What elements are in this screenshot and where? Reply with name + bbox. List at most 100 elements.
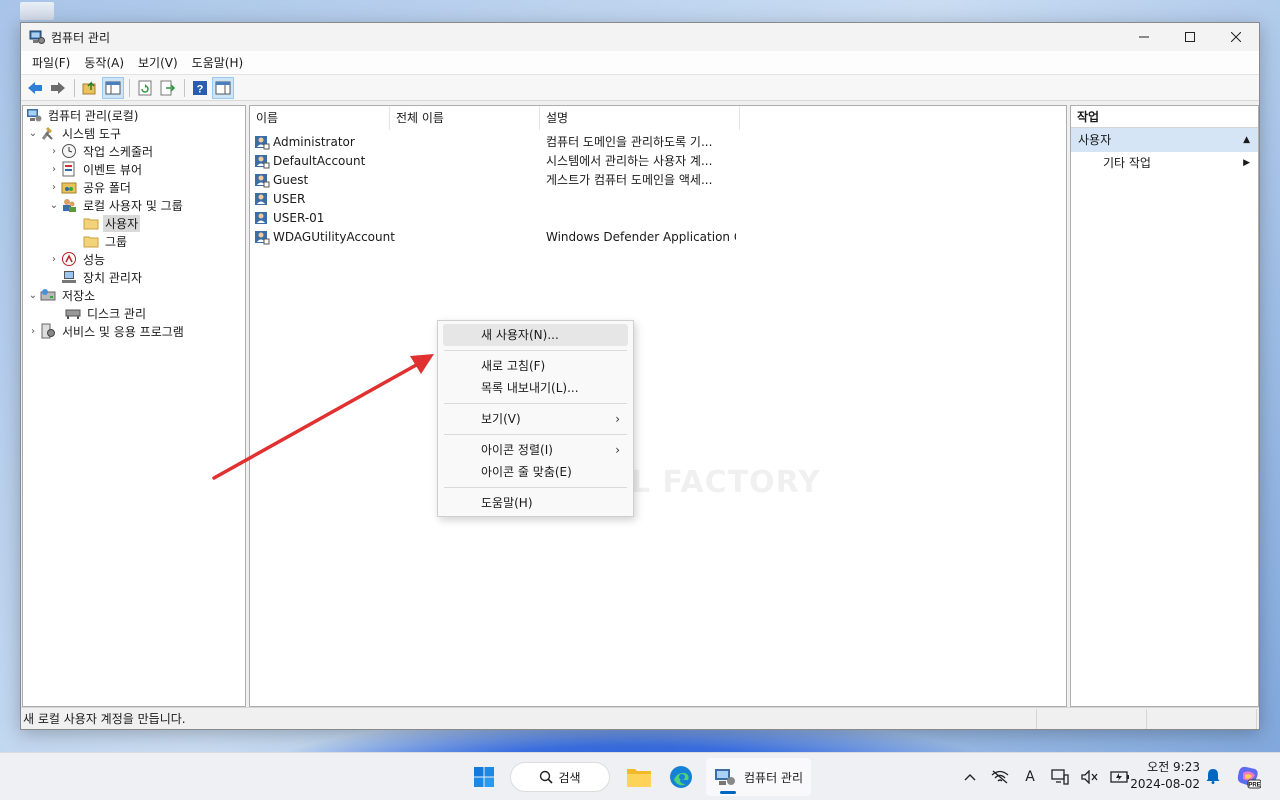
menu-help[interactable]: 도움말(H)	[185, 54, 251, 71]
chevron-right-icon[interactable]: ›	[47, 164, 61, 175]
search-icon	[540, 770, 554, 784]
minimize-button[interactable]	[1121, 23, 1167, 51]
collapse-up-icon[interactable]: ▲	[1243, 128, 1250, 152]
input-method-icon[interactable]: A	[1019, 766, 1041, 788]
submenu-arrow-icon: ▶	[1243, 158, 1250, 168]
chevron-right-icon: ›	[615, 412, 620, 426]
chevron-down-icon[interactable]: ⌄	[47, 200, 61, 211]
table-row[interactable]: DefaultAccount 시스템에서 관리하는 사용자 계...	[250, 151, 1066, 170]
show-hide-action-pane-button[interactable]	[212, 76, 234, 99]
menu-item-label: 아이콘 정렬(I)	[481, 443, 553, 457]
file-explorer-icon[interactable]	[620, 758, 658, 796]
back-button[interactable]	[24, 77, 46, 99]
column-header-full-name[interactable]: 전체 이름	[390, 106, 540, 130]
table-row[interactable]: Administrator 컴퓨터 도메인을 관리하도록 기...	[250, 132, 1066, 151]
toolbar: ?	[21, 75, 1259, 101]
toolbar-separator	[129, 78, 130, 97]
maximize-button[interactable]	[1167, 23, 1213, 51]
action-more-actions[interactable]: 기타 작업 ▶	[1071, 152, 1258, 174]
edge-browser-icon[interactable]	[662, 758, 700, 796]
tree-label: 시스템 도구	[62, 126, 122, 141]
tree-label: 이벤트 뷰어	[83, 162, 143, 177]
close-button[interactable]	[1213, 23, 1259, 51]
display-icon[interactable]	[1049, 766, 1071, 788]
export-list-button[interactable]	[157, 77, 179, 99]
tree-item-performance[interactable]: › 성능	[23, 250, 245, 268]
tree-label: 성능	[83, 252, 106, 267]
tree-item-task-scheduler[interactable]: › 작업 스케줄러	[23, 142, 245, 160]
users-group-icon	[61, 197, 77, 213]
table-row[interactable]: USER	[250, 189, 1066, 208]
column-header-name[interactable]: 이름	[250, 106, 390, 130]
copilot-icon[interactable]: PRE	[1235, 763, 1262, 789]
title-bar[interactable]: 컴퓨터 관리	[21, 23, 1259, 51]
tree-label: 그룹	[105, 234, 128, 249]
battery-icon[interactable]	[1109, 766, 1131, 788]
action-section-users[interactable]: 사용자 ▲	[1071, 128, 1258, 152]
chevron-right-icon[interactable]: ›	[47, 146, 61, 157]
recycle-bin-icon[interactable]	[20, 2, 54, 20]
show-hide-tree-button[interactable]	[102, 76, 124, 99]
tree-item-disk-management[interactable]: 디스크 관리	[23, 304, 245, 322]
volume-muted-icon[interactable]	[1079, 766, 1101, 788]
device-manager-icon	[61, 269, 77, 285]
chevron-right-icon[interactable]: ›	[26, 326, 40, 337]
column-header-description[interactable]: 설명	[540, 106, 740, 130]
user-icon	[254, 134, 270, 150]
tree-item-event-viewer[interactable]: › 이벤트 뷰어	[23, 160, 245, 178]
chevron-up-icon[interactable]	[959, 766, 981, 788]
chevron-right-icon[interactable]: ›	[47, 254, 61, 265]
action-item-label: 기타 작업	[1103, 156, 1151, 170]
tree-item-shared-folders[interactable]: › 공유 폴더	[23, 178, 245, 196]
menu-item-line-up-icons[interactable]: 아이콘 줄 맞춤(E)	[443, 461, 628, 483]
tree-label: 저장소	[62, 288, 96, 303]
chevron-down-icon[interactable]: ⌄	[26, 290, 40, 301]
start-button[interactable]	[470, 763, 498, 791]
notification-bell-icon[interactable]	[1204, 767, 1222, 785]
tree-label: 로컬 사용자 및 그룹	[83, 198, 183, 213]
menu-item-export-list[interactable]: 목록 내보내기(L)...	[443, 377, 628, 399]
services-icon	[40, 323, 56, 339]
forward-button[interactable]	[47, 77, 69, 99]
chevron-down-icon[interactable]: ⌄	[26, 128, 40, 139]
taskbar: 검색 컴퓨터 관리 A 오전 9:23 2024-08-02 PRE	[0, 752, 1280, 800]
status-bar: 새 로컬 사용자 계정을 만듭니다.	[21, 707, 1259, 729]
network-offline-icon[interactable]	[989, 766, 1011, 788]
folder-icon	[83, 233, 99, 249]
chevron-right-icon[interactable]: ›	[47, 182, 61, 193]
tree-item-services-apps[interactable]: › 서비스 및 응용 프로그램	[23, 322, 245, 340]
menu-item-arrange-icons[interactable]: 아이콘 정렬(I) ›	[443, 439, 628, 461]
tree-item-root[interactable]: 컴퓨터 관리(로컬)	[23, 106, 245, 124]
up-level-button[interactable]	[79, 77, 101, 99]
tree-item-groups[interactable]: 그룹	[23, 232, 245, 250]
tree-item-users[interactable]: 사용자	[23, 214, 245, 232]
tree-item-system-tools[interactable]: ⌄ 시스템 도구	[23, 124, 245, 142]
tree-item-local-users-groups[interactable]: ⌄ 로컬 사용자 및 그룹	[23, 196, 245, 214]
window-title: 컴퓨터 관리	[51, 30, 111, 45]
menu-item-new-user[interactable]: 새 사용자(N)...	[443, 324, 628, 346]
svg-text:?: ?	[197, 83, 204, 95]
table-row[interactable]: Guest 게스트가 컴퓨터 도메인을 액세...	[250, 170, 1066, 189]
list-header: 이름 전체 이름 설명	[250, 106, 1066, 130]
menu-separator	[444, 434, 627, 435]
menu-file[interactable]: 파일(F)	[25, 54, 77, 71]
clock[interactable]: 오전 9:23 2024-08-02	[1130, 759, 1200, 793]
status-cell	[1037, 708, 1147, 729]
refresh-button[interactable]	[134, 77, 156, 99]
table-row[interactable]: USER-01	[250, 208, 1066, 227]
taskbar-app-computer-management[interactable]: 컴퓨터 관리	[706, 758, 812, 796]
tree-item-storage[interactable]: ⌄ 저장소	[23, 286, 245, 304]
help-button[interactable]: ?	[189, 77, 211, 99]
table-row[interactable]: WDAGUtilityAccount Windows Defender Appl…	[250, 227, 1066, 246]
menu-item-help[interactable]: 도움말(H)	[443, 492, 628, 514]
menu-item-refresh[interactable]: 새로 고침(F)	[443, 355, 628, 377]
taskbar-search[interactable]: 검색	[510, 762, 610, 792]
user-list: 이름 전체 이름 설명 Administrator 컴퓨터 도메인을 관리하도록…	[249, 105, 1067, 707]
menu-view[interactable]: 보기(V)	[131, 54, 185, 71]
menu-item-view[interactable]: 보기(V) ›	[443, 408, 628, 430]
user-name: USER-01	[273, 210, 325, 225]
user-icon	[254, 153, 270, 169]
menu-action[interactable]: 동작(A)	[77, 54, 131, 71]
tree-item-device-manager[interactable]: 장치 관리자	[23, 268, 245, 286]
user-name: WDAGUtilityAccount	[273, 229, 395, 244]
